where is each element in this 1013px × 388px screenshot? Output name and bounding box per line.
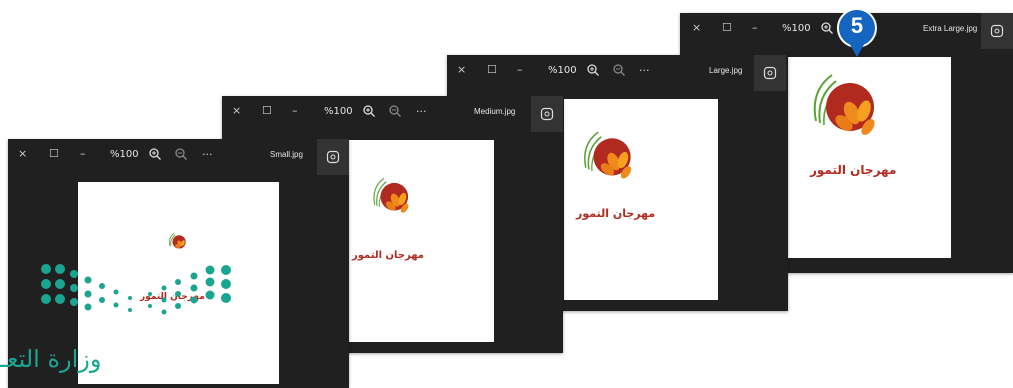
image-canvas: مهرجان التمور xyxy=(788,57,951,258)
zoom-in-icon[interactable] xyxy=(148,147,162,161)
restore-icon[interactable]: ☐ xyxy=(49,147,59,161)
edit-image-button[interactable] xyxy=(317,139,349,175)
zoom-out-icon[interactable] xyxy=(174,147,188,161)
ministry-watermark-text: وزارة التعـ xyxy=(0,345,102,373)
date-festival-logo xyxy=(168,232,186,249)
date-festival-logo xyxy=(584,131,632,179)
edit-image-icon xyxy=(326,150,340,164)
zoom-level: %100 xyxy=(782,23,811,34)
logo-caption: مهرجان التمور xyxy=(352,250,424,261)
zoom-out-icon[interactable] xyxy=(612,63,626,77)
close-icon[interactable]: × xyxy=(457,63,466,77)
close-icon[interactable]: × xyxy=(18,147,27,161)
minimize-icon[interactable]: – xyxy=(517,63,523,77)
restore-icon[interactable]: ☐ xyxy=(722,21,732,35)
zoom-level: %100 xyxy=(548,65,577,76)
minimize-icon[interactable]: – xyxy=(752,21,758,35)
zoom-level: %100 xyxy=(324,106,353,117)
step-number: 5 xyxy=(850,13,864,38)
window-titlebar: × ☐ – %100 ··· Small.jpg xyxy=(8,139,349,175)
date-festival-logo xyxy=(813,74,875,135)
minimize-icon[interactable]: – xyxy=(80,147,86,161)
more-options-icon[interactable]: ··· xyxy=(416,105,427,119)
image-canvas: مهرجان التمور xyxy=(564,99,718,300)
window-titlebar: × ☐ – %100 ··· Medium.jpg xyxy=(222,96,563,132)
edit-image-icon xyxy=(763,66,777,80)
edit-image-button[interactable] xyxy=(981,13,1013,49)
zoom-in-icon[interactable] xyxy=(820,21,834,35)
logo-caption: مهرجان التمور xyxy=(576,207,656,220)
window-titlebar: × ☐ – %100 ··· Large.jpg xyxy=(447,55,788,91)
file-name: Large.jpg xyxy=(709,66,743,75)
edit-image-icon xyxy=(990,24,1004,38)
restore-icon[interactable]: ☐ xyxy=(487,63,497,77)
close-icon[interactable]: × xyxy=(232,104,241,118)
more-options-icon[interactable]: ··· xyxy=(639,64,650,78)
zoom-in-icon[interactable] xyxy=(586,63,600,77)
date-festival-logo xyxy=(373,177,409,213)
file-name: Medium.jpg xyxy=(474,107,516,116)
edit-image-icon xyxy=(540,107,554,121)
zoom-in-icon[interactable] xyxy=(362,104,376,118)
zoom-out-icon[interactable] xyxy=(388,104,402,118)
file-name: Extra Large.jpg xyxy=(923,24,978,33)
close-icon[interactable]: × xyxy=(692,21,701,35)
step-callout-badge: 5 xyxy=(836,7,878,57)
zoom-level: %100 xyxy=(110,149,139,160)
ministry-logo-dots xyxy=(41,264,231,315)
file-name: Small.jpg xyxy=(270,150,303,159)
edit-image-button[interactable] xyxy=(754,55,786,91)
more-options-icon[interactable]: ··· xyxy=(202,148,213,162)
restore-icon[interactable]: ☐ xyxy=(262,104,272,118)
edit-image-button[interactable] xyxy=(531,96,563,132)
logo-caption: مهرجان التمور xyxy=(810,163,897,177)
minimize-icon[interactable]: – xyxy=(292,104,298,118)
image-canvas: مهرجان التمور xyxy=(348,140,494,342)
